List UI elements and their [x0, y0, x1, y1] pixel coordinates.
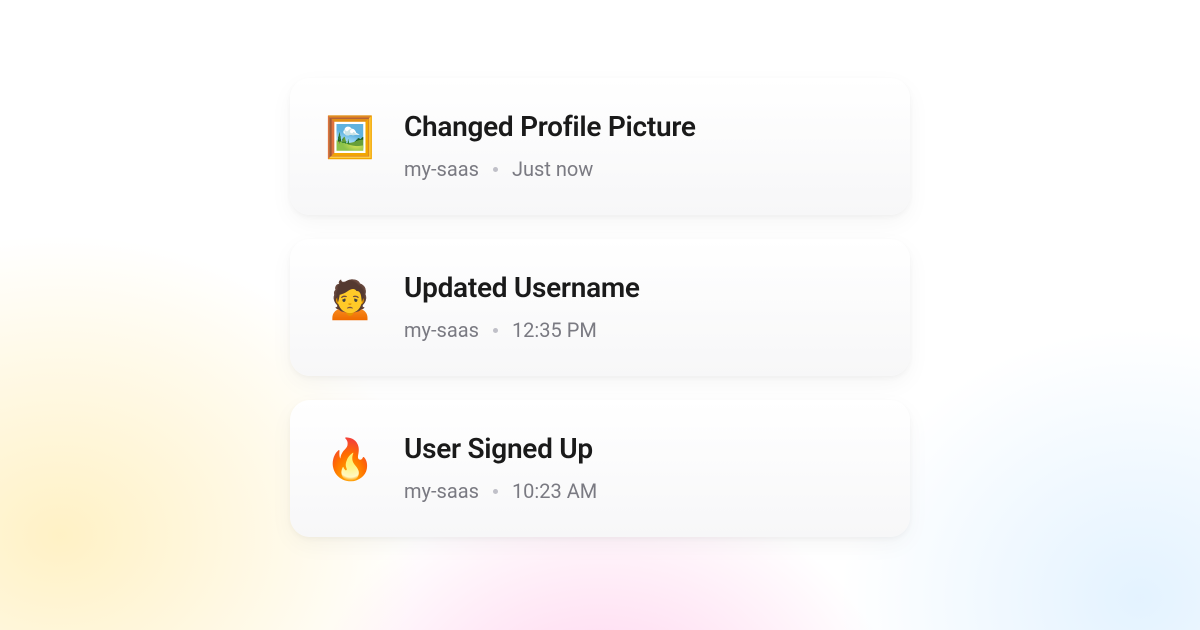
event-project: my-saas [404, 318, 479, 342]
event-content: User Signed Up my-saas 10:23 AM [404, 432, 874, 503]
event-project: my-saas [404, 157, 479, 181]
event-meta: my-saas Just now [404, 157, 874, 181]
event-content: Changed Profile Picture my-saas Just now [404, 110, 874, 181]
separator-dot-icon [493, 167, 498, 172]
event-meta: my-saas 12:35 PM [404, 318, 874, 342]
event-card[interactable]: 🖼️ Changed Profile Picture my-saas Just … [290, 78, 910, 215]
event-title: Changed Profile Picture [404, 110, 874, 143]
person-frowning-icon: 🙍 [326, 275, 374, 323]
framed-picture-icon: 🖼️ [326, 114, 374, 162]
event-project: my-saas [404, 479, 479, 503]
event-time: 12:35 PM [512, 318, 597, 342]
separator-dot-icon [493, 328, 498, 333]
event-time: Just now [512, 157, 593, 181]
event-card[interactable]: 🔥 User Signed Up my-saas 10:23 AM [290, 400, 910, 537]
fire-icon: 🔥 [326, 436, 374, 484]
event-time: 10:23 AM [512, 479, 597, 503]
event-card[interactable]: 🙍 Updated Username my-saas 12:35 PM [290, 239, 910, 376]
event-content: Updated Username my-saas 12:35 PM [404, 271, 874, 342]
event-title: User Signed Up [404, 432, 874, 465]
event-title: Updated Username [404, 271, 874, 304]
event-meta: my-saas 10:23 AM [404, 479, 874, 503]
separator-dot-icon [493, 489, 498, 494]
event-feed: 🖼️ Changed Profile Picture my-saas Just … [290, 0, 910, 537]
